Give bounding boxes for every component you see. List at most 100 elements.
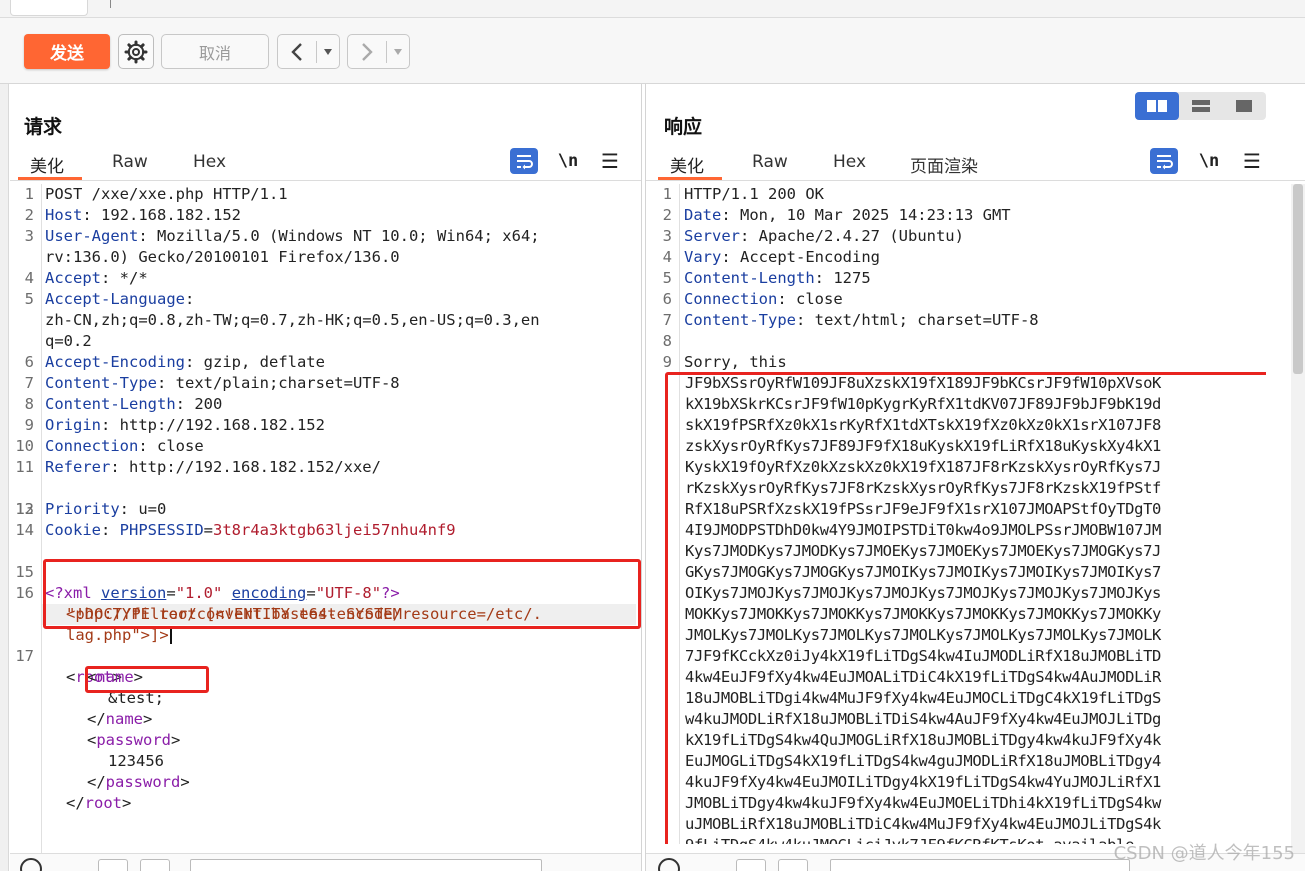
left-gutter xyxy=(0,84,9,871)
code-text: Content-Length: 1275 xyxy=(684,269,871,287)
cookie-value: 3t8r4a3ktgb63ljei57nhu4nf9 xyxy=(213,521,456,539)
menu-icon[interactable]: ☰ xyxy=(598,148,622,174)
code-text: Server: Apache/2.4.27 (Ubuntu) xyxy=(684,227,964,245)
line-number: 8 xyxy=(662,332,672,350)
code-text: Content-Type: text/plain;charset=UTF-8 xyxy=(45,374,400,392)
line-number: 1 xyxy=(662,185,672,203)
dropdown-icon[interactable] xyxy=(393,47,403,57)
code-text: Connection: close xyxy=(45,437,204,455)
line-number: 1 xyxy=(24,185,34,203)
layout-single-icon[interactable] xyxy=(1222,92,1266,120)
help-icon[interactable] xyxy=(20,858,42,871)
line-number: 8 xyxy=(24,395,34,413)
code-text: Accept: */* xyxy=(45,269,148,287)
word-wrap-button[interactable] xyxy=(510,148,538,174)
code-text: Date: Mon, 10 Mar 2025 14:23:13 GMT xyxy=(684,206,1011,224)
word-wrap-button[interactable] xyxy=(1150,148,1178,174)
dropdown-icon[interactable] xyxy=(323,47,333,57)
tab-hex[interactable]: Hex xyxy=(833,152,866,172)
chevron-left-icon xyxy=(291,42,302,61)
code-text: Content-Type: text/html; charset=UTF-8 xyxy=(684,311,1039,329)
layout-toggle xyxy=(1135,92,1266,120)
response-editor[interactable]: 1 HTTP/1.1 200 OK 2 Date: Mon, 10 Mar 2025 … xyxy=(646,184,1266,844)
footer-button[interactable] xyxy=(140,859,170,871)
tab-render[interactable]: 页面渲染 xyxy=(910,152,978,177)
tab-raw[interactable]: Raw xyxy=(752,152,788,172)
code-text: rv:136.0) Gecko/20100101 Firefox/136.0 xyxy=(45,248,400,266)
request-panel: 请求 美化 Raw Hex \n ☰ 1 POST /xxe/xxe.php HT… xyxy=(10,84,642,871)
code-text: Host: 192.168.182.152 xyxy=(45,206,241,224)
newline-icon[interactable]: \n xyxy=(554,148,582,174)
line-number: 2 xyxy=(662,206,672,224)
request-editor[interactable]: 1 POST /xxe/xxe.php HTTP/1.1 2 Host: 192.16… xyxy=(10,184,642,864)
response-title: 响应 xyxy=(664,116,703,138)
request-search-input[interactable] xyxy=(190,859,542,871)
line-number: 6 xyxy=(24,353,34,371)
tab-divider xyxy=(110,0,111,8)
line-number: 9 xyxy=(662,353,672,371)
code-text: Content-Length: 200 xyxy=(45,395,223,413)
code-text: Accept-Encoding: gzip, deflate xyxy=(45,353,325,371)
newline-icon[interactable]: \n xyxy=(1195,148,1223,174)
window-tab-strip xyxy=(0,0,1305,18)
request-view-tabs: 美化 Raw Hex xyxy=(10,146,641,180)
response-scrollbar[interactable] xyxy=(1291,184,1305,864)
history-back-button[interactable] xyxy=(277,34,340,69)
code-text: Referer: http://192.168.182.152/xxe/ xyxy=(45,458,381,476)
cookie-name: PHPSESSID xyxy=(119,521,204,539)
tab-raw[interactable]: Raw xyxy=(112,152,148,172)
entity-highlight-box xyxy=(85,666,209,693)
layout-rows-icon[interactable] xyxy=(1179,92,1223,120)
line-number: 2 xyxy=(24,206,34,224)
tab-divider-line xyxy=(10,180,641,181)
code-text: Accept-Language: xyxy=(45,290,195,308)
footer-button[interactable] xyxy=(778,859,808,871)
menu-icon[interactable]: ☰ xyxy=(1240,148,1264,174)
request-footer xyxy=(10,853,641,871)
window-tab[interactable] xyxy=(10,0,88,16)
code-text: Sorry, this xyxy=(684,353,787,371)
settings-button[interactable] xyxy=(118,34,154,69)
code-text: Connection: close xyxy=(684,290,843,308)
code-text: Origin: http://192.168.182.152 xyxy=(45,416,325,434)
word-wrap-icon xyxy=(510,148,538,174)
toolbar: 发送 取消 xyxy=(0,18,1305,84)
xml-root-close: </root> xyxy=(66,794,132,812)
response-panel: 响应 美化 Raw Hex 页面渲染 \n ☰ 1 HTTP/1.1 200 OK… xyxy=(645,84,1305,871)
code-text: HTTP/1.1 200 OK xyxy=(684,185,824,203)
line-number: 5 xyxy=(24,290,34,308)
tab-hex[interactable]: Hex xyxy=(193,152,226,172)
code-text: q=0.2 xyxy=(45,332,92,350)
response-search-input[interactable] xyxy=(830,859,1130,871)
tab-pretty[interactable]: 美化 xyxy=(670,152,704,177)
tab-pretty[interactable]: 美化 xyxy=(30,152,64,177)
watermark: CSDN @道人今年155 xyxy=(1113,843,1295,864)
line-number: 4 xyxy=(662,248,672,266)
send-button[interactable]: 发送 xyxy=(24,34,110,69)
line-number: 6 xyxy=(662,290,672,308)
footer-button[interactable] xyxy=(98,859,128,871)
line-number: 4 xyxy=(24,269,34,287)
layout-split-icon[interactable] xyxy=(1135,92,1179,120)
help-icon[interactable] xyxy=(658,858,680,871)
chevron-right-icon xyxy=(362,42,373,61)
base64-highlight-box xyxy=(665,372,1266,844)
line-number: 7 xyxy=(24,374,34,392)
request-title: 请求 xyxy=(24,116,63,138)
line-number: 11 xyxy=(15,458,34,476)
code-text: Vary: Accept-Encoding xyxy=(684,248,880,266)
code-text: zh-CN,zh;q=0.8,zh-TW;q=0.7,zh-HK;q=0.5,e… xyxy=(45,311,540,329)
code-text: POST /xxe/xxe.php HTTP/1.1 xyxy=(45,185,288,203)
word-wrap-icon xyxy=(1150,148,1178,174)
line-number: 7 xyxy=(662,311,672,329)
code-text: User-Agent: Mozilla/5.0 (Windows NT 10.0… xyxy=(45,227,540,245)
doctype-highlight-box xyxy=(43,559,641,629)
line-number: 3 xyxy=(662,227,672,245)
line-number: 3 xyxy=(24,227,34,245)
line-number: 10 xyxy=(15,437,34,455)
history-forward-button[interactable] xyxy=(347,34,410,69)
cancel-button[interactable]: 取消 xyxy=(161,34,269,69)
tab-divider-line xyxy=(646,180,1305,181)
gear-icon xyxy=(124,40,148,63)
footer-button[interactable] xyxy=(736,859,766,871)
